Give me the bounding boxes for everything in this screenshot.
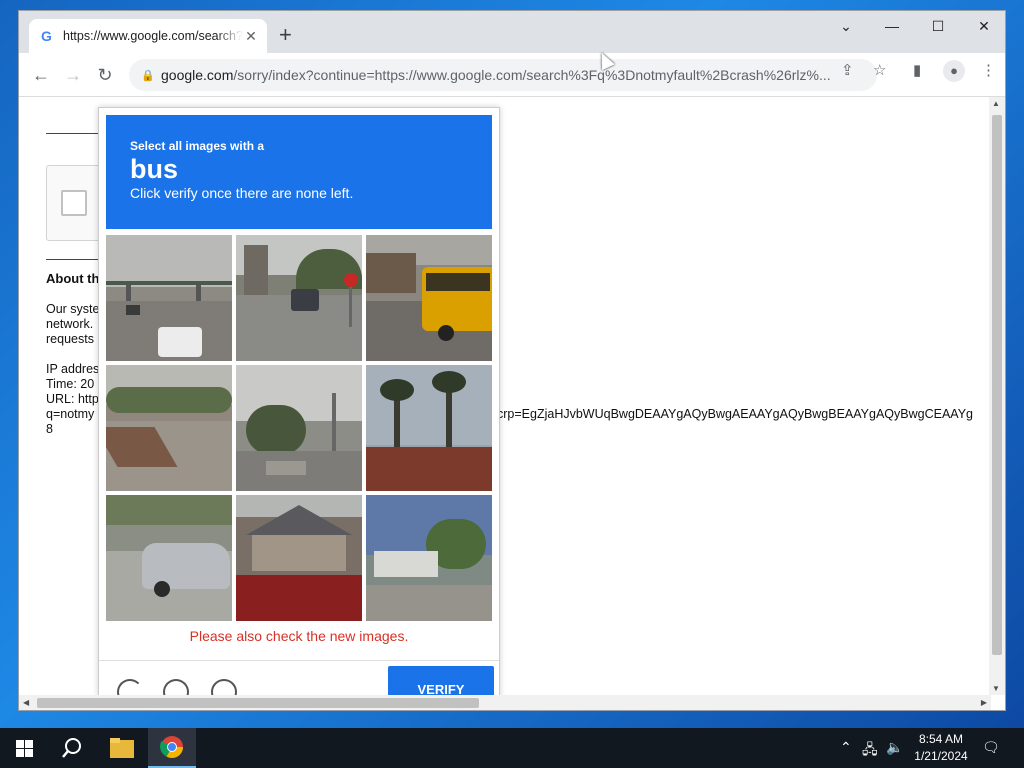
vertical-scrollbar[interactable]: ▲ ▼ xyxy=(989,97,1005,695)
close-window-icon[interactable]: ✕ xyxy=(961,11,1005,41)
recaptcha-anchor-box xyxy=(46,165,106,241)
vertical-scroll-thumb[interactable] xyxy=(992,115,1002,655)
maximize-icon[interactable]: ☐ xyxy=(915,11,961,41)
browser-window: G https://www.google.com/search?q=notmyf… xyxy=(18,10,1006,711)
error-message: Please also check the new images. xyxy=(189,628,409,644)
challenge-header: Select all images with a bus Click verif… xyxy=(106,115,492,229)
volume-muted-icon[interactable]: 🔈 xyxy=(886,739,903,756)
request-details: IP addres Time: 20 URL: http q=notmy 8 xyxy=(46,362,100,436)
tab-strip: G https://www.google.com/search?q=notmyf… xyxy=(19,11,1005,53)
system-clock[interactable]: 8:54 AM 1/21/2024 xyxy=(906,731,976,765)
lock-icon[interactable]: 🔒 xyxy=(141,69,161,82)
audio-challenge-icon[interactable] xyxy=(163,679,189,695)
recaptcha-checkbox[interactable] xyxy=(61,190,87,216)
side-panel-icon[interactable]: ▮ xyxy=(913,61,921,79)
tile-street-cars-stop-sign[interactable] xyxy=(236,235,362,361)
url-text[interactable]: google.com/sorry/index?continue=https://… xyxy=(161,67,865,83)
info-icon[interactable] xyxy=(211,679,237,695)
tile-silver-car-driveway[interactable] xyxy=(106,495,232,621)
reload-challenge-icon[interactable] xyxy=(117,679,143,695)
chrome-taskbar-icon[interactable] xyxy=(148,728,196,768)
scroll-up-arrow-icon[interactable]: ▲ xyxy=(992,99,1000,108)
clock-time: 8:54 AM xyxy=(918,732,964,746)
page-content: About th Our syste network. requests IP … xyxy=(19,97,991,695)
image-grid xyxy=(106,235,494,623)
about-heading: About th xyxy=(46,271,100,286)
new-tab-icon[interactable]: + xyxy=(279,24,292,46)
tile-house-trees[interactable] xyxy=(366,495,492,621)
scroll-left-arrow-icon[interactable]: ◀ xyxy=(23,698,29,707)
share-icon[interactable]: ⇪ xyxy=(841,61,854,79)
browser-tab[interactable]: G https://www.google.com/search?q=notmyf… xyxy=(29,19,267,53)
menu-kebab-icon[interactable]: ⋮ xyxy=(981,61,996,79)
url-host: google.com xyxy=(161,67,234,83)
windows-start-icon[interactable] xyxy=(0,728,48,768)
horizontal-scroll-thumb[interactable] xyxy=(37,698,479,708)
profile-avatar-icon[interactable]: ● xyxy=(943,60,965,82)
verify-button[interactable]: VERIFY xyxy=(388,666,494,695)
file-explorer-icon[interactable] xyxy=(98,728,146,768)
browser-toolbar: ← → ↻ 🔒 google.com/sorry/index?continue=… xyxy=(19,53,1005,97)
windows-taskbar: ⌃ 🖧 🔈 8:54 AM 1/21/2024 🗨 xyxy=(0,728,1024,768)
clock-date: 1/21/2024 xyxy=(914,749,968,763)
show-hidden-icons-chevron-icon[interactable]: ⌃ xyxy=(840,739,852,756)
tile-intersection-trees[interactable] xyxy=(236,365,362,491)
tile-yellow-school-bus[interactable] xyxy=(366,235,492,361)
instruction-text: Select all images with a xyxy=(130,139,265,153)
long-url-fragment: crp=EgZjaHJvbWUqBwgDEAAYgAQyBwgAEAAYgAQy… xyxy=(497,407,973,421)
forward-icon[interactable]: → xyxy=(59,61,87,89)
minimize-icon[interactable]: — xyxy=(869,11,915,41)
reload-icon[interactable]: ↻ xyxy=(91,61,119,89)
instruction-subtext: Click verify once there are none left. xyxy=(130,185,354,201)
tile-house-red-flowers[interactable] xyxy=(236,495,362,621)
tile-highway-traffic-lights[interactable] xyxy=(106,235,232,361)
top-divider xyxy=(46,133,106,134)
horizontal-scrollbar[interactable]: ◀ ▶ xyxy=(19,695,991,710)
tile-road-with-trees[interactable] xyxy=(106,365,232,491)
tab-title: https://www.google.com/search?q=notmyfau… xyxy=(63,29,243,43)
mid-divider xyxy=(46,259,106,260)
tab-close-icon[interactable]: ✕ xyxy=(243,28,259,45)
url-path: /sorry/index?continue=https://www.google… xyxy=(233,67,831,83)
tile-palm-trees-building[interactable] xyxy=(366,365,492,491)
back-icon[interactable]: ← xyxy=(27,61,55,89)
notifications-icon[interactable]: 🗨 xyxy=(982,739,1000,756)
google-favicon-icon: G xyxy=(41,28,52,44)
target-object-text: bus xyxy=(130,154,179,184)
scroll-right-arrow-icon[interactable]: ▶ xyxy=(981,698,987,707)
address-bar[interactable]: 🔒 google.com/sorry/index?continue=https:… xyxy=(129,59,877,91)
network-icon[interactable]: 🖧 xyxy=(862,739,878,763)
search-icon[interactable] xyxy=(48,728,96,768)
recaptcha-challenge: Select all images with a bus Click verif… xyxy=(98,107,500,695)
tab-search-icon[interactable]: ⌄ xyxy=(823,11,869,41)
about-body: Our syste network. requests xyxy=(46,302,100,346)
bookmark-star-icon[interactable]: ☆ xyxy=(873,61,886,79)
scroll-down-arrow-icon[interactable]: ▼ xyxy=(992,684,1000,693)
